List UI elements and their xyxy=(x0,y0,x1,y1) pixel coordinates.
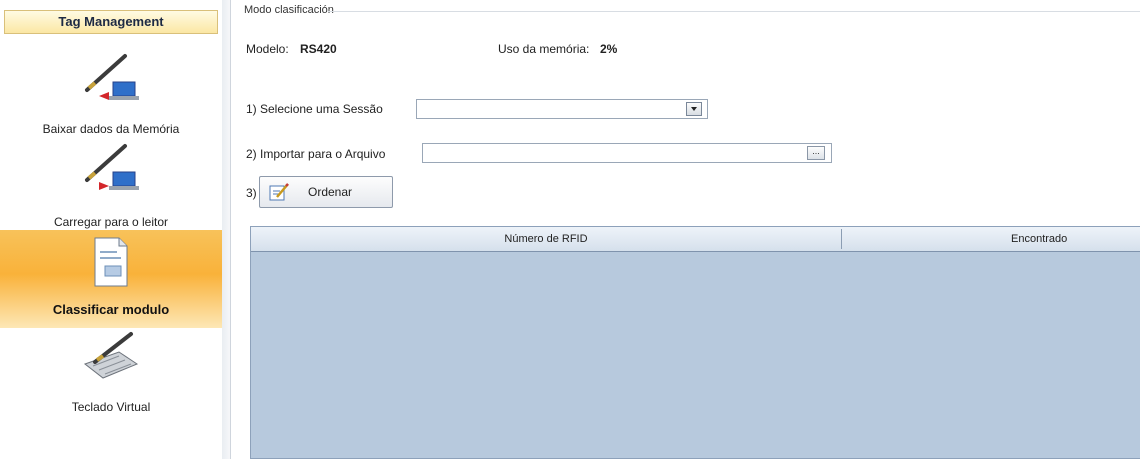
sidebar-item-label: Classificar modulo xyxy=(52,302,170,317)
chevron-down-icon[interactable] xyxy=(686,102,702,116)
order-button[interactable]: Ordenar xyxy=(259,176,393,208)
order-button-label: Ordenar xyxy=(308,185,353,199)
edit-document-icon xyxy=(269,183,289,201)
import-file-label: 2) Importar para o Arquivo xyxy=(246,147,386,161)
pen-to-laptop-icon xyxy=(85,144,139,190)
document-icon xyxy=(94,237,128,287)
sidebar-item-virtual-keyboard[interactable]: Teclado Virtual xyxy=(0,328,222,428)
sidebar-header: Tag Management xyxy=(4,10,218,34)
sidebar-item-load-reader[interactable]: Carregar para o leitor xyxy=(0,140,222,230)
pen-to-laptop-icon xyxy=(85,54,139,100)
session-select[interactable] xyxy=(416,99,708,119)
sidebar-item-label: Carregar para o leitor xyxy=(53,215,169,229)
group-title: Modo clasificación xyxy=(244,4,334,16)
session-label: 1) Selecione uma Sessão xyxy=(246,102,383,116)
main-panel: Modo clasificación Modelo: RS420 Uso da … xyxy=(232,0,1140,459)
column-divider[interactable] xyxy=(841,229,842,249)
import-file-field[interactable]: ... xyxy=(422,143,832,163)
sidebar-item-label: Baixar dados da Memória xyxy=(42,122,180,136)
column-header-found[interactable]: Encontrado xyxy=(1011,227,1067,251)
sidebar: Tag Management Baixar dados da Memória C… xyxy=(0,0,223,459)
step3-label: 3) xyxy=(246,186,257,200)
model-label: Modelo: xyxy=(246,42,289,56)
column-header-rfid[interactable]: Número de RFID xyxy=(251,227,841,251)
grid-header: Número de RFID Encontrado xyxy=(251,227,1140,252)
browse-button[interactable]: ... xyxy=(807,146,825,160)
keyboard-pen-icon xyxy=(83,332,139,379)
splitter[interactable] xyxy=(222,0,231,459)
memory-value: 2% xyxy=(600,42,618,56)
sidebar-item-label: Teclado Virtual xyxy=(71,400,151,414)
sidebar-item-classify-module[interactable]: Classificar modulo xyxy=(0,230,222,328)
results-grid[interactable]: Número de RFID Encontrado xyxy=(250,226,1140,459)
group-divider xyxy=(328,11,1140,12)
model-value: RS420 xyxy=(300,42,337,56)
sidebar-item-download-memory[interactable]: Baixar dados da Memória xyxy=(0,44,222,148)
memory-label: Uso da memória: xyxy=(498,42,590,56)
